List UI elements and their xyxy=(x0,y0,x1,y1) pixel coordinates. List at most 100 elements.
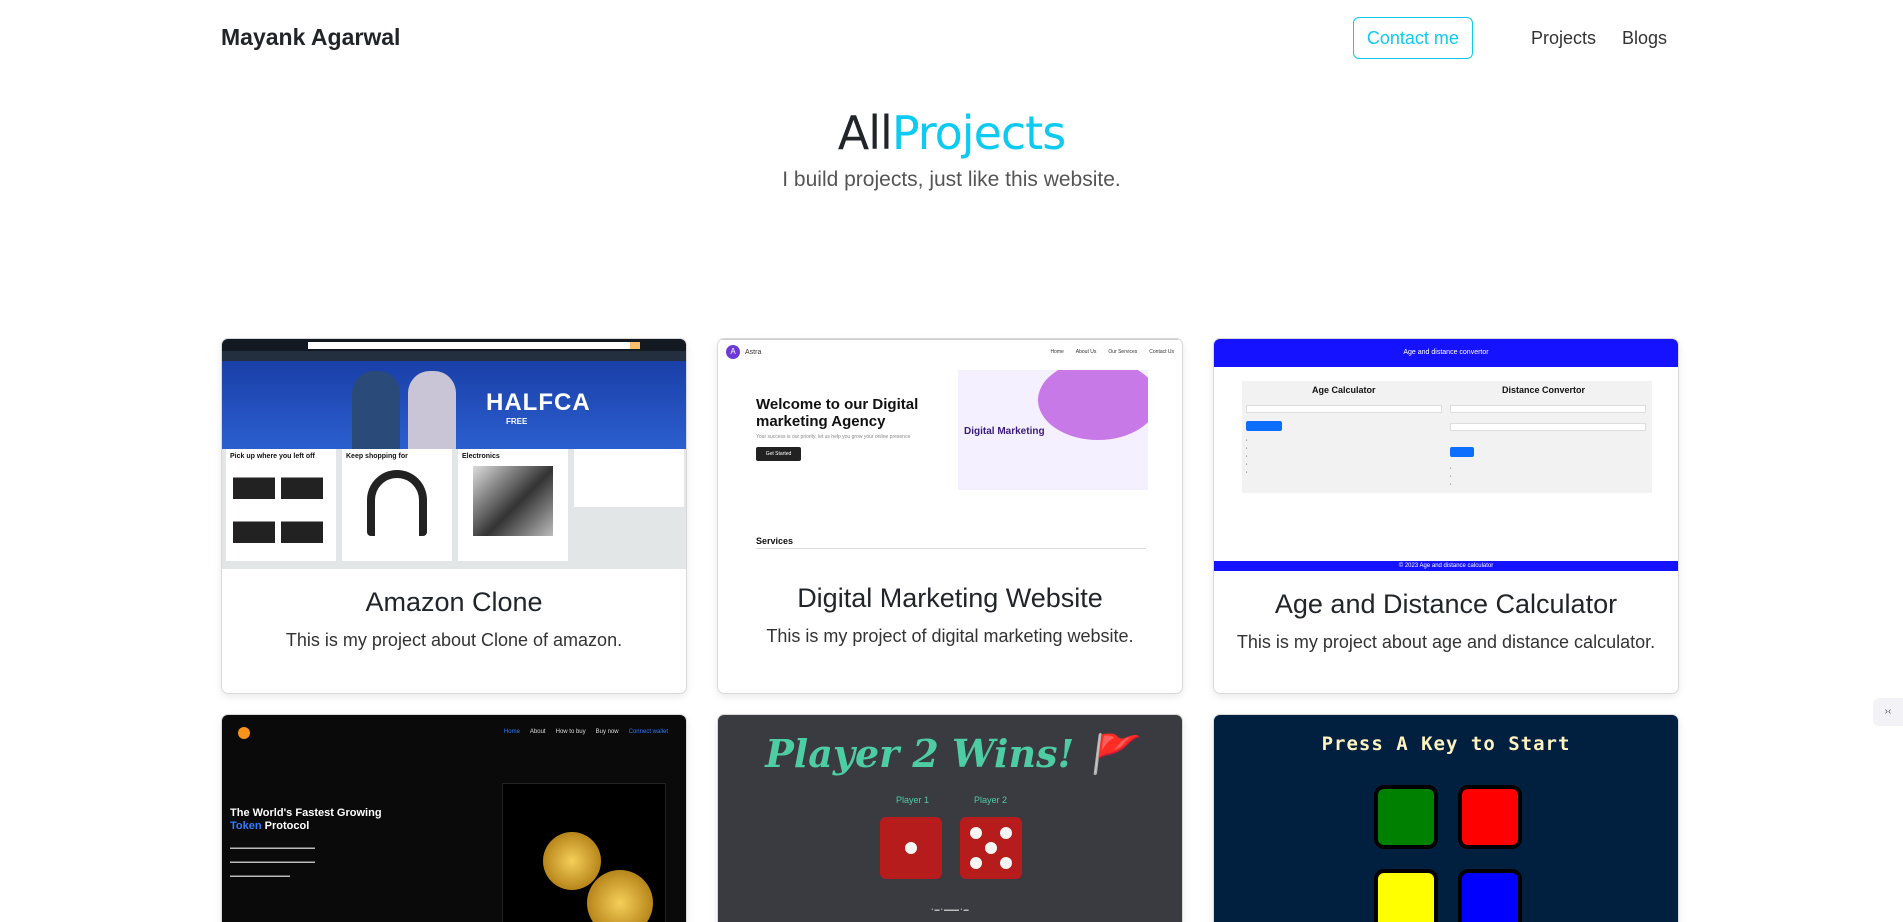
thumb-banner-text: HALFCA xyxy=(486,389,591,416)
card-title: Digital Marketing Website xyxy=(797,583,1103,613)
thumb-boxes: Pick up where you left off Keep shopping… xyxy=(226,449,684,561)
page-subtitle: I build projects, just like this website… xyxy=(782,168,1121,191)
thumb-link: Connect wallet xyxy=(628,729,668,735)
thumb-field xyxy=(1450,423,1646,431)
nav-links: Contact me Projects Blogs xyxy=(1352,17,1667,59)
thumb-heading: Welcome to our Digital marketing Agency xyxy=(756,396,919,430)
thumb-banner: HALFCA FREE xyxy=(222,361,686,449)
project-card-age-distance[interactable]: Age and distance convertor Age Calculato… xyxy=(1213,338,1679,694)
thumb-box: Pick up where you left off xyxy=(226,449,336,561)
flag-icon: 🚩 xyxy=(1087,731,1135,776)
card-text: This is my project of digital marketing … xyxy=(766,626,1134,646)
project-thumbnail[interactable]: Press A Key to Start xyxy=(1214,715,1678,922)
thumb-heading: The World's Fastest Growing Token Protoco… xyxy=(230,807,382,833)
card-text: This is my project about Clone of amazon… xyxy=(285,630,623,650)
die-dot xyxy=(970,857,982,869)
thumb-topbar xyxy=(222,339,686,351)
thumb-link: Buy now xyxy=(595,729,619,735)
thumb-link: How to buy xyxy=(555,729,586,735)
thumb-box xyxy=(574,449,684,507)
player-label: Player 1 xyxy=(896,795,930,805)
die-dot xyxy=(1000,857,1012,869)
thumb-link: Contact Us xyxy=(1149,349,1174,355)
navbar: Mayank Agarwal Contact me Projects Blogs xyxy=(0,0,1903,78)
thumb-links: Home About How to buy Buy now Connect wa… xyxy=(504,729,668,735)
card-title: Amazon Clone xyxy=(365,587,543,617)
coin-icon xyxy=(587,870,653,922)
thumb-footer: © 2023 Age and distance calculator xyxy=(1214,561,1678,571)
side-widget-icon[interactable]: ›‹ xyxy=(1873,698,1903,726)
thumb-heading-text: The World's Fastest Growing xyxy=(230,807,382,819)
thumb-link: About Us xyxy=(1075,349,1097,355)
thumb-box-title: Pick up where you left off xyxy=(230,453,315,460)
thumb-title: Player 2 Wins! 🚩 xyxy=(718,731,1182,777)
thumb-person xyxy=(352,371,400,449)
thumb-link: Our Services xyxy=(1108,349,1138,355)
thumb-results: · · · xyxy=(1450,466,1452,488)
thumb-paragraph: ▬▬▬▬▬▬▬▬▬▬▬▬▬▬▬▬▬ ▬▬▬▬▬▬▬▬▬▬▬▬▬▬▬▬▬ ▬▬▬▬▬▬… xyxy=(230,845,315,879)
blue-pad xyxy=(1458,869,1522,922)
thumb-button xyxy=(1450,447,1474,457)
project-card-digital-marketing[interactable]: A Astra Home About Us Our Services Conta… xyxy=(717,338,1183,694)
dice-one-icon xyxy=(880,817,942,879)
nav-link-blogs[interactable]: Blogs xyxy=(1622,28,1667,49)
card-body: Amazon Clone This is my project about Cl… xyxy=(222,569,686,651)
headphone-image xyxy=(367,470,427,536)
project-card-crypto[interactable]: Home About How to buy Buy now Connect wa… xyxy=(221,714,687,922)
nav-link-projects[interactable]: Projects xyxy=(1531,28,1596,49)
title-prefix: All xyxy=(837,106,893,160)
die-dot xyxy=(905,842,917,854)
brand-name[interactable]: Mayank Agarwal xyxy=(221,24,400,51)
die-dot xyxy=(985,842,997,854)
project-thumbnail[interactable]: Home About How to buy Buy now Connect wa… xyxy=(222,715,686,922)
page-title: AllProjects xyxy=(0,106,1903,160)
coin-icon xyxy=(543,832,601,890)
thumb-link: Home xyxy=(503,729,520,735)
thumb-heading-end: Protocol xyxy=(264,820,310,832)
thumb-box: Electronics xyxy=(458,449,568,561)
thumb-logo-text: Astra xyxy=(745,348,762,356)
yellow-pad xyxy=(1374,869,1438,922)
thumb-box: Keep shopping for xyxy=(342,449,452,561)
thumb-panel-title: Distance Convertor xyxy=(1502,385,1586,395)
thumb-box-title: Electronics xyxy=(462,453,500,460)
card-title: Age and Distance Calculator xyxy=(1274,589,1618,619)
thumb-button: Get Started xyxy=(756,447,801,461)
thumb-services: Services xyxy=(756,536,794,546)
thumb-product xyxy=(233,463,275,499)
thumb-product xyxy=(281,463,323,499)
thumb-panel: Age Calculator Distance Convertor · · · · · … xyxy=(1242,381,1652,493)
thumb-link: Home xyxy=(1050,349,1064,355)
die-dot xyxy=(1000,827,1012,839)
thumb-search xyxy=(308,341,640,349)
project-card-simon-game[interactable]: Press A Key to Start xyxy=(1213,714,1679,922)
project-thumbnail[interactable]: HALFCA FREE Pick up where you left off K… xyxy=(222,339,686,569)
thumb-links: Home About Us Our Services Contact Us xyxy=(1050,349,1174,355)
dice-five-icon xyxy=(960,817,1022,879)
green-pad xyxy=(1374,785,1438,849)
thumb-panel-title: Age Calculator xyxy=(1312,385,1376,395)
thumb-link: About xyxy=(529,729,546,735)
thumb-subheading: Your success is our priority, let us hel… xyxy=(756,434,911,440)
astra-logo-icon: A xyxy=(726,345,740,359)
thumb-subnav xyxy=(222,351,686,361)
project-card-dice-game[interactable]: Player 2 Wins! 🚩 Player 1 Player 2 • ▬ •… xyxy=(717,714,1183,922)
thumb-product xyxy=(233,507,275,543)
card-body: Digital Marketing Website This is my pro… xyxy=(718,565,1182,647)
thumb-hero-image: Digital Marketing xyxy=(958,370,1148,490)
project-thumbnail[interactable]: Player 2 Wins! 🚩 Player 1 Player 2 • ▬ •… xyxy=(718,715,1182,922)
contact-me-button[interactable]: Contact me xyxy=(1352,17,1473,59)
die-dot xyxy=(970,827,982,839)
project-thumbnail[interactable]: A Astra Home About Us Our Services Conta… xyxy=(718,339,1182,565)
thumb-results: · · · · · xyxy=(1246,438,1248,476)
player-label: Player 2 xyxy=(974,795,1008,805)
coins-image xyxy=(502,783,666,922)
electronics-image xyxy=(473,466,553,536)
thumb-banner-subtext: FREE xyxy=(506,417,528,426)
coin-logo-icon xyxy=(238,727,250,739)
project-card-amazon-clone[interactable]: HALFCA FREE Pick up where you left off K… xyxy=(221,338,687,694)
project-thumbnail[interactable]: Age and distance convertor Age Calculato… xyxy=(1214,339,1678,571)
thumb-field xyxy=(1246,405,1442,413)
red-pad xyxy=(1458,785,1522,849)
dice-winner-text: Player 2 Wins! xyxy=(765,731,1075,776)
